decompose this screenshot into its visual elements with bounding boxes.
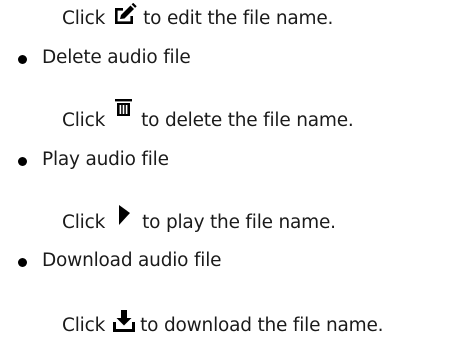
edit-instruction: Click to edit the file name.: [62, 3, 334, 31]
bullet-icon: [18, 257, 27, 267]
play-icon: [119, 205, 131, 225]
list-item-play: Play audio file: [18, 148, 169, 172]
instruction-prefix: Click: [62, 212, 106, 233]
list-item-delete: Delete audio file: [18, 46, 191, 70]
download-instruction: Click to download the file name.: [62, 310, 384, 338]
instruction-suffix: to delete the file name.: [141, 110, 354, 131]
instruction-prefix: Click: [62, 8, 106, 29]
list-item-text: Delete audio file: [42, 47, 191, 68]
bullet-icon: [18, 156, 27, 166]
delete-instruction: Click to delete the file name.: [62, 98, 354, 133]
instruction-prefix: Click: [62, 110, 106, 131]
play-instruction: Click to play the file name.: [62, 205, 336, 235]
instruction-suffix: to download the file name.: [140, 315, 384, 336]
list-item-download: Download audio file: [18, 249, 222, 273]
trash-icon: [115, 98, 133, 116]
edit-icon: [113, 3, 137, 25]
instruction-prefix: Click: [62, 315, 106, 336]
download-icon: [113, 310, 136, 332]
list-item-text: Play audio file: [42, 149, 169, 170]
instruction-suffix: to edit the file name.: [143, 8, 334, 29]
list-item-text: Download audio file: [42, 250, 222, 271]
instruction-suffix: to play the file name.: [142, 212, 336, 233]
bullet-icon: [18, 54, 27, 64]
